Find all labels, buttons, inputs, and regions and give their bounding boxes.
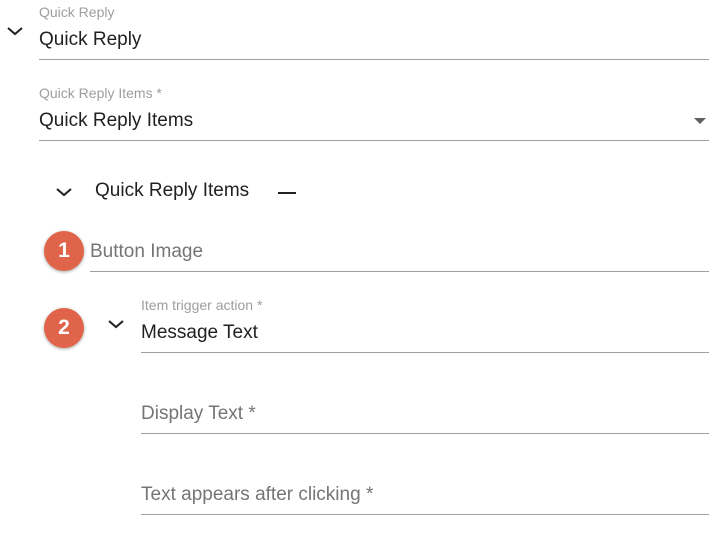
- quick-reply-label: Quick Reply: [39, 4, 115, 20]
- text-after-click-field[interactable]: Text appears after clicking *: [141, 475, 709, 517]
- chevron-down-icon[interactable]: [106, 317, 126, 331]
- item-trigger-action-label: Item trigger action *: [141, 297, 263, 313]
- quick-reply-items-select[interactable]: Quick Reply Items * Quick Reply Items: [39, 80, 709, 142]
- button-image-placeholder: Button Image: [90, 241, 204, 262]
- dropdown-arrow-icon[interactable]: [694, 118, 706, 124]
- quick-reply-items-label: Quick Reply Items *: [39, 85, 162, 101]
- button-image-underline: [90, 271, 709, 272]
- item-trigger-action-value: Message Text: [141, 322, 258, 343]
- step-badge-2: 2: [44, 308, 84, 348]
- chevron-down-icon[interactable]: [5, 24, 25, 38]
- step-badge-1: 1: [44, 231, 84, 271]
- text-after-click-underline: [141, 514, 709, 515]
- remove-icon[interactable]: [278, 192, 296, 194]
- button-image-field[interactable]: Button Image: [90, 232, 709, 274]
- item-trigger-action-field[interactable]: Item trigger action * Message Text: [141, 292, 709, 354]
- quick-reply-field[interactable]: Quick Reply Quick Reply: [39, 0, 709, 62]
- display-text-underline: [141, 433, 709, 434]
- quick-reply-items-value: Quick Reply Items: [39, 110, 194, 131]
- quick-reply-value: Quick Reply: [39, 29, 142, 50]
- quick-reply-underline: [39, 59, 709, 60]
- quick-reply-items-underline: [39, 140, 709, 141]
- chevron-down-icon[interactable]: [54, 185, 74, 199]
- display-text-field[interactable]: Display Text *: [141, 394, 709, 436]
- display-text-placeholder: Display Text *: [141, 403, 256, 424]
- form-page: Quick Reply Quick Reply Quick Reply Item…: [0, 0, 709, 541]
- text-after-click-placeholder: Text appears after clicking *: [141, 484, 374, 505]
- item-trigger-action-underline: [141, 352, 709, 353]
- quick-reply-items-section-title: Quick Reply Items: [95, 180, 250, 201]
